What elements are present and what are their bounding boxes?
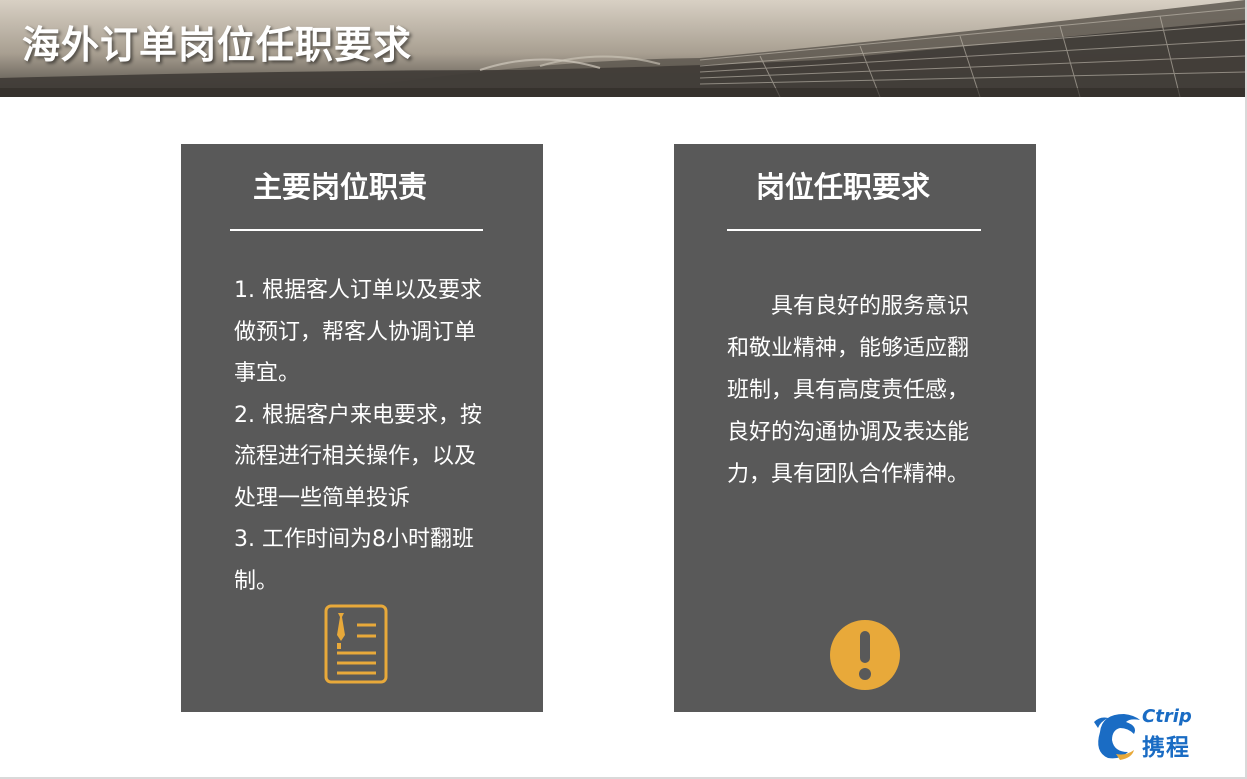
- slide-title: 海外订单岗位任职要求: [22, 23, 413, 67]
- document-tie-icon: [324, 604, 388, 684]
- requirements-text: 具有良好的服务意识和敬业精神，能够适应翻班制，具有高度责任感，良好的沟通协调及表…: [727, 294, 970, 487]
- responsibilities-list: 1. 根据客人订单以及要求做预订，帮客人协调订单事宜。 2. 根据客户来电要求，…: [234, 270, 496, 602]
- requirements-title: 岗位任职要求: [756, 170, 931, 204]
- dolphin-logo-icon: [1094, 714, 1140, 760]
- requirements-card: 岗位任职要求 具有良好的服务意识和敬业精神，能够适应翻班制，具有高度责任感，良好…: [674, 144, 1036, 712]
- responsibility-item: 2. 根据客户来电要求，按流程进行相关操作，以及处理一些简单投诉: [234, 402, 482, 511]
- responsibility-item: 3. 工作时间为8小时翻班制。: [234, 527, 474, 594]
- responsibilities-title: 主要岗位职责: [253, 170, 428, 204]
- exclamation-icon: [830, 620, 900, 690]
- logo-chinese-name: 携程: [1142, 735, 1190, 761]
- responsibility-item: 1. 根据客人订单以及要求做预订，帮客人协调订单事宜。: [234, 278, 482, 386]
- title-divider: [230, 229, 483, 231]
- responsibilities-card: 主要岗位职责 1. 根据客人订单以及要求做预订，帮客人协调订单事宜。 2. 根据…: [181, 144, 543, 712]
- ctrip-logo: Ctrip 携程: [1090, 706, 1224, 762]
- title-divider: [727, 229, 981, 231]
- header-banner: 海外订单岗位任职要求: [0, 0, 1245, 97]
- logo-wordmark: Ctrip: [1142, 706, 1192, 727]
